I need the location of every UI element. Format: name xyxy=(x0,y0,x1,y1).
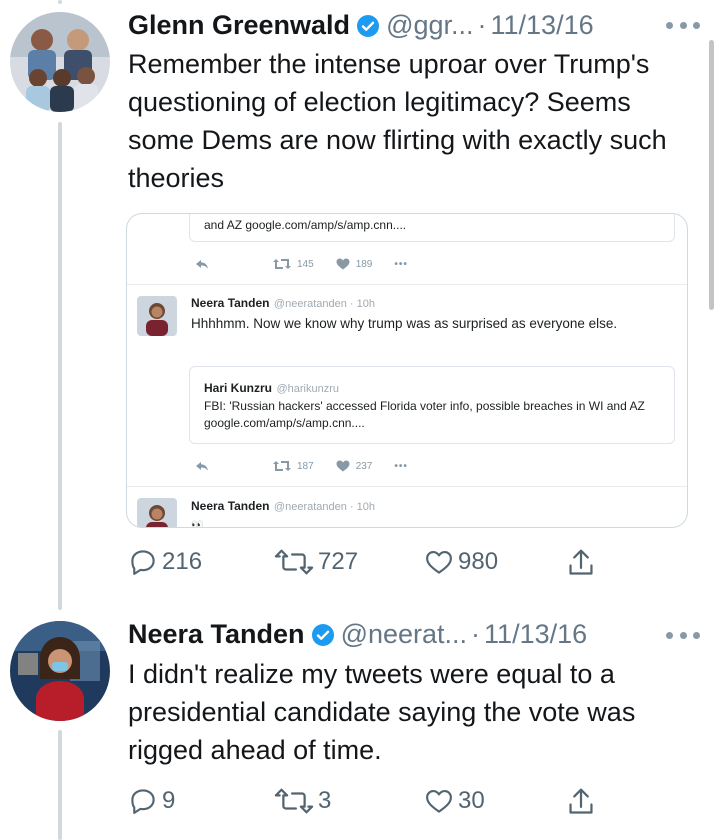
retweet-count: 727 xyxy=(318,548,359,575)
embed-item1-header: Neera Tanden @neeratanden · 10h xyxy=(191,294,375,312)
author-name[interactable]: Neera Tanden xyxy=(128,619,305,650)
retweet-button[interactable]: 727 xyxy=(274,547,358,577)
tweet-text: I didn't realize my tweets were equal to… xyxy=(128,659,636,765)
reply-count: 216 xyxy=(162,548,203,575)
tweet-header: Neera Tanden @neerat... · 11/13/16 xyxy=(128,619,587,650)
embed-divider xyxy=(127,284,687,285)
like-button[interactable]: 30 xyxy=(424,786,485,816)
embed-avatar-neera-tanden-2 xyxy=(137,498,177,527)
embed-actions-top: 145 189 ••• xyxy=(195,258,408,270)
quote-card-top: and AZ google.com/amp/s/amp.cnn.... xyxy=(189,214,675,242)
avatar-neera-tanden[interactable] xyxy=(10,621,110,721)
separator-dot: · xyxy=(471,619,481,649)
embed-item2-meta: @neeratanden · 10h xyxy=(273,501,375,513)
embed-like-icon xyxy=(336,258,350,270)
like-button[interactable]: 980 xyxy=(424,547,498,577)
embed-item2-text: 👀 xyxy=(191,520,204,528)
embed-quote-name: Hari Kunzru xyxy=(204,381,273,395)
reply-button[interactable]: 216 xyxy=(128,547,202,577)
embed-more-icon: ••• xyxy=(394,258,408,270)
tweet-header: Glenn Greenwald @ggr... · 11/13/16 xyxy=(128,10,594,41)
tweet-text: Remember the intense uproar over Trump's… xyxy=(128,49,667,193)
embed-retweet-icon xyxy=(273,258,291,270)
embed-reply-icon xyxy=(195,460,209,472)
embedded-screenshot[interactable]: and AZ google.com/amp/s/amp.cnn.... 145 … xyxy=(126,213,688,528)
verified-badge-icon xyxy=(356,14,380,38)
embed-actions-item1: 187 237 ••• xyxy=(195,460,408,472)
like-icon xyxy=(426,550,452,574)
embed-like-icon xyxy=(336,460,350,472)
tweet-actions: 9 3 30 xyxy=(128,786,608,820)
scrollbar[interactable] xyxy=(709,40,714,310)
embed-avatar-neera-tanden xyxy=(137,296,177,336)
embed-more-icon: ••• xyxy=(394,460,408,472)
tweet-date[interactable]: 11/13/16 xyxy=(484,619,587,650)
share-icon xyxy=(569,549,593,575)
retweet-icon xyxy=(274,788,314,814)
share-button[interactable] xyxy=(566,547,596,579)
author-handle[interactable]: @ggr... xyxy=(386,10,473,41)
quote-text-top: and AZ google.com/amp/s/amp.cnn.... xyxy=(204,218,407,232)
embed-like-count: 189 xyxy=(355,258,373,270)
embed-item1-name: Neera Tanden xyxy=(191,296,270,310)
retweet-button[interactable]: 3 xyxy=(274,786,331,816)
reply-count: 9 xyxy=(162,787,176,814)
retweet-icon xyxy=(274,549,314,575)
reply-icon xyxy=(131,550,155,575)
embed-item1-text: Hhhhmm. Now we know why trump was as sur… xyxy=(191,316,618,331)
avatar-glenn-greenwald[interactable] xyxy=(10,12,110,112)
more-icon[interactable] xyxy=(666,630,700,640)
retweet-count: 3 xyxy=(318,787,332,814)
thread-line-top xyxy=(58,0,62,4)
thread-line-bottom xyxy=(58,730,62,840)
separator-dot: · xyxy=(477,10,487,40)
verified-badge-icon xyxy=(311,623,335,647)
embed-retweet-icon xyxy=(273,460,291,472)
embed-quote-text: FBI: 'Russian hackers' accessed Florida … xyxy=(204,399,645,430)
share-icon xyxy=(569,788,593,814)
thread-line-middle xyxy=(58,122,62,610)
like-count: 30 xyxy=(458,787,485,814)
embed-item2-name: Neera Tanden xyxy=(191,499,270,513)
embed-like-count: 237 xyxy=(355,460,373,472)
like-count: 980 xyxy=(458,548,499,575)
reply-button[interactable]: 9 xyxy=(128,786,175,816)
embed-reply-icon xyxy=(195,258,209,270)
embed-retweet-count: 145 xyxy=(297,258,314,270)
embed-divider xyxy=(127,486,687,487)
embed-quote-header: Hari Kunzru @harikunzru xyxy=(204,379,339,397)
embed-retweet-count: 187 xyxy=(297,460,314,472)
embed-item1-meta: @neeratanden · 10h xyxy=(273,298,375,310)
author-handle[interactable]: @neerat... xyxy=(341,619,467,650)
more-icon[interactable] xyxy=(666,20,700,30)
share-button[interactable] xyxy=(566,786,596,818)
tweet-actions: 216 727 980 xyxy=(128,547,608,581)
reply-icon xyxy=(131,789,155,814)
author-name[interactable]: Glenn Greenwald xyxy=(128,10,350,41)
like-icon xyxy=(426,789,452,813)
embed-item2-header: Neera Tanden @neeratanden · 10h xyxy=(191,497,375,515)
embed-quote-meta: @harikunzru xyxy=(276,383,339,395)
embed-quote-card: Hari Kunzru @harikunzru FBI: 'Russian ha… xyxy=(189,366,675,444)
tweet-date[interactable]: 11/13/16 xyxy=(491,10,594,41)
